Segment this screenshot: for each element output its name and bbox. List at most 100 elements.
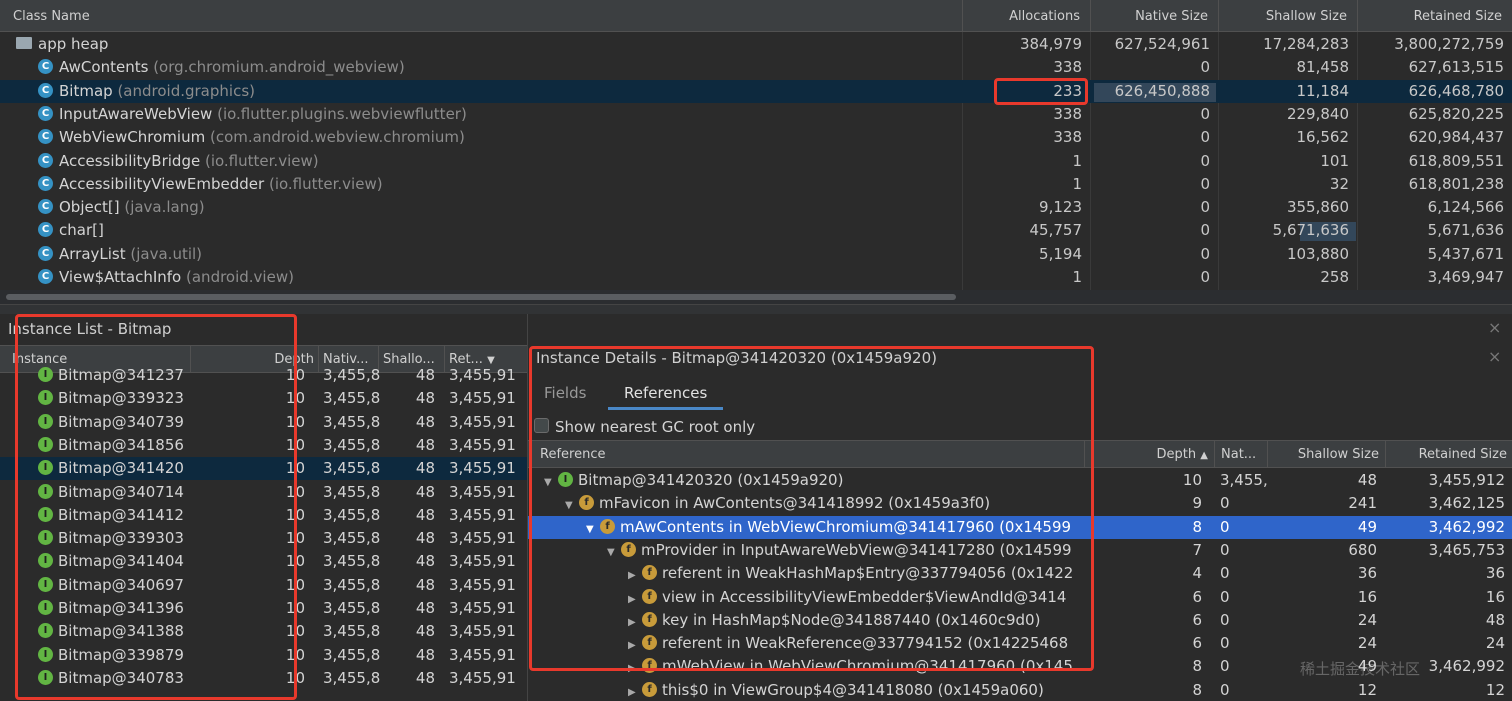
reference-shallow-cell: 49 [1357,517,1377,536]
instance-row[interactable]: I Bitmap@341856 10 3,455,8 48 3,455,91 [0,434,527,457]
tab-references[interactable]: References [608,376,724,410]
column-retained-size[interactable]: Retained Size [1357,0,1512,32]
scrollbar-thumb[interactable] [6,294,956,300]
instance-name: Bitmap@341396 [58,599,184,617]
field-icon: f [642,611,657,627]
class-name: WebViewChromium [59,128,206,147]
instance-icon: I [38,413,53,429]
reference-native-cell: 0 [1220,610,1230,629]
gc-root-checkbox[interactable] [534,418,549,433]
instance-retained-cell: 3,455,91 [449,435,516,454]
reference-row[interactable]: ▶ f referent in WeakHashMap$Entry@33779405… [528,562,1512,585]
allocations-cell: 45,757 [1029,221,1083,240]
class-name-cell: C View$AttachInfo (android.view) [38,266,958,289]
instance-name-cell: I Bitmap@341396 [38,597,186,620]
expand-right-icon[interactable]: ▶ [628,657,642,678]
panel-splitter[interactable] [0,304,1512,314]
expand-down-icon[interactable]: ▼ [565,494,579,515]
reference-row[interactable]: ▶ f view in AccessibilityViewEmbedder$View… [528,586,1512,609]
expand-right-icon[interactable]: ▶ [628,611,642,632]
instance-depth-cell: 10 [285,435,305,454]
instance-row[interactable]: I Bitmap@341396 10 3,455,8 48 3,455,91 [0,597,527,620]
reference-retained-cell: 3,462,992 [1428,517,1505,536]
column-allocations[interactable]: Allocations [962,0,1090,32]
class-icon: C [38,152,53,168]
reference-row[interactable]: ▶ f referent in WeakReference@337794152 (0… [528,632,1512,655]
native-cell: 0 [1200,174,1210,193]
reference-row[interactable]: ▼ f mAwContents in WebViewChromium@3414179… [528,515,1512,539]
expand-down-icon[interactable]: ▼ [544,471,558,492]
reference-retained-cell: 3,455,912 [1428,471,1505,489]
close-instance-details-icon[interactable]: × [1488,347,1501,366]
instance-native-cell: 3,455,8 [323,389,381,408]
column-retained-size[interactable]: Retained Size [1385,441,1512,468]
expand-right-icon[interactable]: ▶ [628,634,642,655]
expand-right-icon[interactable]: ▶ [628,564,642,585]
reference-row[interactable]: ▶ f this$0 in ViewGroup$4@341418080 (0x145… [528,679,1512,701]
reference-label: mFavicon in AwContents@341418992 (0x1459… [599,494,991,513]
class-row[interactable]: C ArrayList (java.util) 5,194 0 103,880 5,437… [0,243,1512,266]
class-row[interactable]: C AccessibilityViewEmbedder (io.flutter.v… [0,173,1512,196]
shallow-cell: 17,284,283 [1263,35,1349,53]
column-shallow-size[interactable]: Shallow Size [1267,441,1385,468]
field-icon: f [642,565,657,581]
instance-name-cell: I Bitmap@340697 [38,574,186,597]
instance-row[interactable]: I Bitmap@341420 10 3,455,8 48 3,455,91 [0,457,527,481]
instance-row[interactable]: I Bitmap@341404 10 3,455,8 48 3,455,91 [0,550,527,573]
class-row[interactable]: C AwContents (org.chromium.android_webvie… [0,56,1512,79]
reference-depth-cell: 4 [1192,564,1202,583]
column-native[interactable]: Nat... [1214,441,1267,468]
class-row[interactable]: C Object[] (java.lang) 9,123 0 355,860 6,124,… [0,196,1512,219]
instance-row[interactable]: I Bitmap@340739 10 3,455,8 48 3,455,91 [0,411,527,434]
tab-fields[interactable]: Fields [528,376,602,410]
instance-name-cell: I Bitmap@340783 [38,667,186,690]
class-name-cell: C AwContents (org.chromium.android_webvie… [38,56,958,79]
column-class-name[interactable]: Class Name [0,0,962,32]
instance-icon: I [38,436,53,452]
expand-right-icon[interactable]: ▶ [628,681,642,701]
instance-depth-cell: 10 [285,622,305,641]
class-row[interactable]: Cchar[] 45,757 0 5,671,636 5,671,636 [0,219,1512,242]
class-name-cell: C AccessibilityViewEmbedder (io.flutter.v… [38,173,958,196]
instance-row[interactable]: I Bitmap@340714 10 3,455,8 48 3,455,91 [0,481,527,504]
close-instance-list-icon[interactable]: × [1488,318,1501,337]
reference-row[interactable]: ▼ f mProvider in InputAwareWebView@3414172… [528,539,1512,562]
column-shallow-size[interactable]: Shallow Size [1218,0,1357,32]
class-tree-root[interactable]: app heap 384,979 627,524,961 17,284,283 3,80… [0,33,1512,56]
native-cell: 627,524,961 [1114,35,1210,53]
reference-row[interactable]: ▶ f key in HashMap$Node@341887440 (0x1460c… [528,609,1512,632]
field-icon: f [579,495,594,511]
expand-right-icon[interactable]: ▶ [628,588,642,609]
instance-depth-cell: 10 [285,599,305,617]
instance-row[interactable]: I Bitmap@341237 10 3,455,8 48 3,455,91 [0,364,527,387]
reference-row[interactable]: ▼ I Bitmap@341420320 (0x1459a920) 10 3,455, 4… [528,469,1512,492]
instance-details-title: Instance Details - Bitmap@341420320 (0x1… [536,349,937,367]
class-row[interactable]: C Bitmap (android.graphics) 233 626,450,888… [0,79,1512,103]
column-depth[interactable]: Depth ▲ [1084,441,1214,468]
horizontal-scrollbar[interactable] [0,290,1512,304]
retained-cell: 3,800,272,759 [1394,35,1504,53]
expand-down-icon[interactable]: ▼ [607,541,621,562]
class-row[interactable]: C WebViewChromium (com.android.webview.ch… [0,126,1512,149]
class-row[interactable]: C InputAwareWebView (io.flutter.plugins.w… [0,103,1512,126]
instance-row[interactable]: I Bitmap@340783 10 3,455,8 48 3,455,91 [0,667,527,690]
instance-row[interactable]: I Bitmap@339303 10 3,455,8 48 3,455,91 [0,527,527,550]
gc-root-option[interactable]: Show nearest GC root only [534,416,755,438]
class-name-cell: C Bitmap (android.graphics) [38,80,958,103]
instance-row[interactable]: I Bitmap@339323 10 3,455,8 48 3,455,91 [0,387,527,410]
class-row[interactable]: C AccessibilityBridge (io.flutter.view) 1 0… [0,150,1512,173]
expand-down-icon[interactable]: ▼ [586,518,600,539]
instance-row[interactable]: I Bitmap@339879 10 3,455,8 48 3,455,91 [0,644,527,667]
column-reference[interactable]: Reference [528,441,1084,468]
instance-row[interactable]: I Bitmap@340697 10 3,455,8 48 3,455,91 [0,574,527,597]
column-native-size[interactable]: Native Size [1090,0,1218,32]
reference-shallow-cell: 24 [1357,634,1377,653]
instance-row[interactable]: I Bitmap@341412 10 3,455,8 48 3,455,91 [0,504,527,527]
field-icon: f [621,541,636,557]
instance-row[interactable]: I Bitmap@341388 10 3,455,8 48 3,455,91 [0,620,527,643]
instance-shallow-cell: 48 [415,575,435,594]
reference-shallow-cell: 24 [1357,610,1377,629]
class-row[interactable]: C View$AttachInfo (android.view) 1 0 258 3,46… [0,266,1512,289]
reference-row[interactable]: ▼ f mFavicon in AwContents@341418992 (0x14… [528,492,1512,515]
class-package: (android.view) [186,268,294,286]
